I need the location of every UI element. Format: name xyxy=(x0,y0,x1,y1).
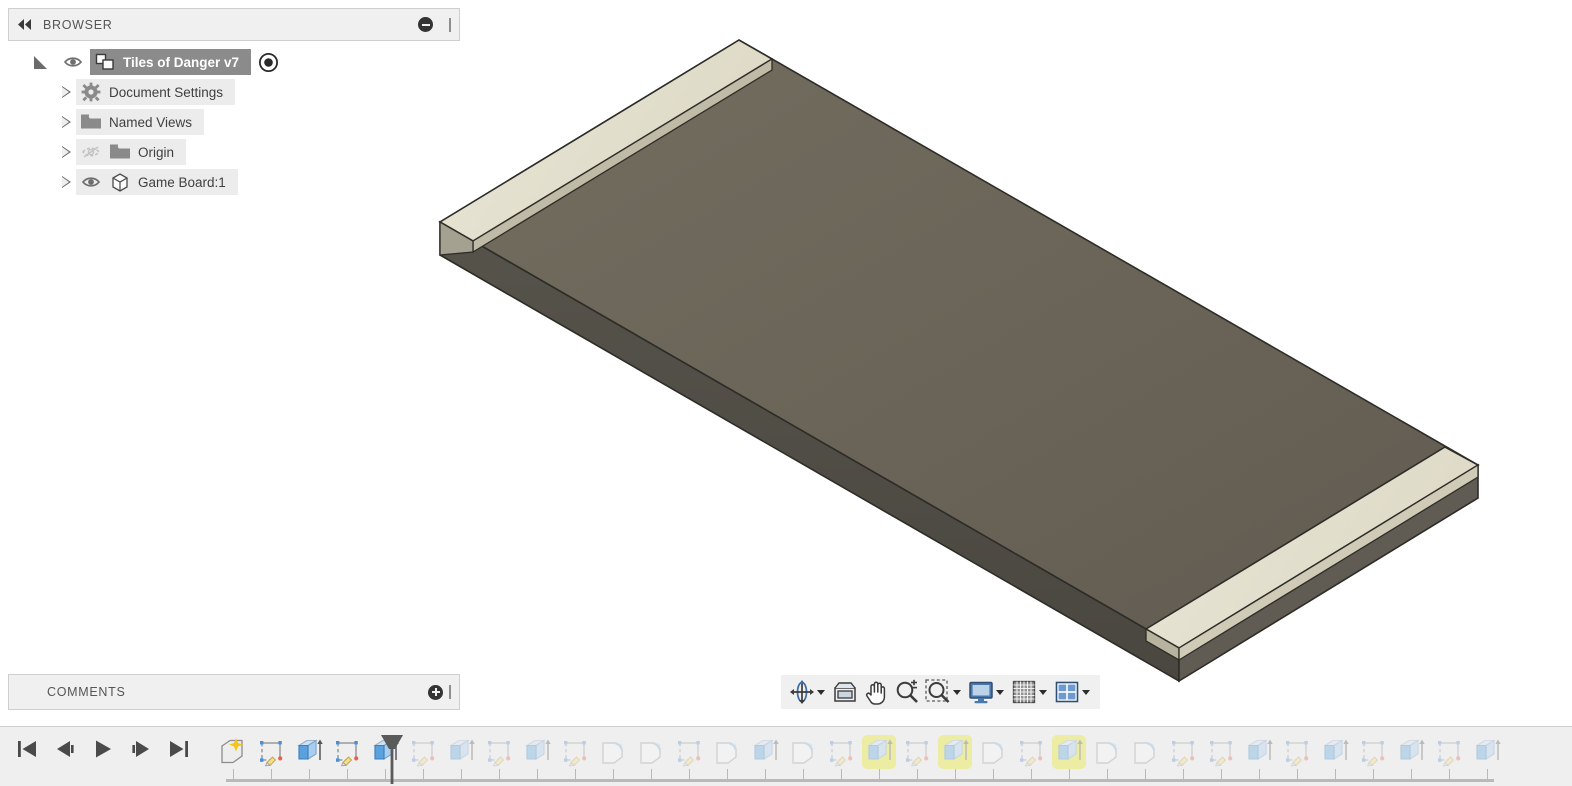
timeline-bar xyxy=(0,726,1572,786)
tree-item-origin[interactable]: Origin xyxy=(8,137,460,167)
tree-item-label: Tiles of Danger v7 xyxy=(123,54,240,70)
tree-item-chip[interactable]: Named Views xyxy=(76,109,205,135)
orbit-icon[interactable] xyxy=(788,678,816,706)
component-icon xyxy=(94,51,116,73)
timeline-item-sketch[interactable] xyxy=(406,735,440,769)
comments-resize-grip-icon[interactable] xyxy=(449,685,451,699)
timeline-item-sketch[interactable] xyxy=(1280,735,1314,769)
step-back-button[interactable] xyxy=(52,736,78,762)
timeline-item-sketch[interactable] xyxy=(1166,735,1200,769)
tree-item-tiles-of-danger-v7[interactable]: Tiles of Danger v7 xyxy=(8,47,460,77)
zoom-window-icon[interactable] xyxy=(924,678,952,706)
skip-to-start-button[interactable] xyxy=(14,736,40,762)
timeline-item-sketch[interactable] xyxy=(900,735,934,769)
tree-item-game-board-1[interactable]: Game Board:1 xyxy=(8,167,460,197)
timeline-item-extrude[interactable] xyxy=(748,735,782,769)
timeline-item-extrude[interactable] xyxy=(1394,735,1428,769)
timeline-item-extrude[interactable] xyxy=(1470,735,1504,769)
timeline-item-sketch[interactable] xyxy=(1432,735,1466,769)
timeline-marker-icon[interactable] xyxy=(379,733,405,785)
timeline-baseline xyxy=(226,779,1494,782)
timeline-item-sketch[interactable] xyxy=(1356,735,1390,769)
timeline-item-fillet[interactable] xyxy=(786,735,820,769)
timeline-item-extrude[interactable] xyxy=(938,735,972,769)
timeline-item-sketch[interactable] xyxy=(1014,735,1048,769)
folder-icon xyxy=(109,141,131,163)
step-forward-button[interactable] xyxy=(128,736,154,762)
timeline-item-new-component[interactable] xyxy=(216,735,250,769)
grid-snaps-icon[interactable] xyxy=(1010,678,1038,706)
timeline-item-extrude[interactable] xyxy=(520,735,554,769)
gear-icon xyxy=(80,81,102,103)
timeline-item-extrude[interactable] xyxy=(1242,735,1276,769)
look-at-icon[interactable] xyxy=(831,678,859,706)
timeline-item-extrude[interactable] xyxy=(444,735,478,769)
comments-title: COMMENTS xyxy=(47,685,126,699)
radio-active-icon[interactable] xyxy=(257,51,279,73)
tree-item-document-settings[interactable]: Document Settings xyxy=(8,77,460,107)
circle-minus-icon[interactable] xyxy=(418,17,433,32)
timeline-item-extrude[interactable] xyxy=(1318,735,1352,769)
eye-visible-icon[interactable] xyxy=(80,171,102,193)
collapse-left-icon[interactable] xyxy=(17,19,33,30)
triangle-right-icon[interactable] xyxy=(56,146,76,158)
timeline-item-fillet[interactable] xyxy=(1090,735,1124,769)
timeline-item-sketch[interactable] xyxy=(254,735,288,769)
browser-header[interactable]: BROWSER xyxy=(8,8,460,41)
folder-icon xyxy=(80,111,102,133)
tree-item-chip[interactable]: Document Settings xyxy=(76,79,236,105)
timeline-item-extrude[interactable] xyxy=(292,735,326,769)
body-cube-icon xyxy=(109,171,131,193)
triangle-right-icon[interactable] xyxy=(56,176,76,188)
display-settings-dropdown-caret-icon[interactable] xyxy=(996,689,1004,695)
tree-item-label: Named Views xyxy=(109,114,193,130)
pan-hand-icon[interactable] xyxy=(862,678,890,706)
browser-tree: Tiles of Danger v7 Document Settings Named… xyxy=(8,41,460,197)
grid-snaps-dropdown-caret-icon[interactable] xyxy=(1039,689,1047,695)
resize-grip-icon[interactable] xyxy=(449,17,451,32)
comments-panel[interactable]: COMMENTS xyxy=(8,674,460,710)
browser-title: BROWSER xyxy=(43,17,113,32)
zoom-window-dropdown-caret-icon[interactable] xyxy=(953,689,961,695)
fusion-360-window: BROWSER Tiles of Danger v7 Document Setti… xyxy=(0,0,1572,786)
circle-plus-icon[interactable] xyxy=(428,684,443,700)
tree-item-label: Origin xyxy=(138,144,175,160)
timeline-item-fillet[interactable] xyxy=(634,735,668,769)
tree-item-chip[interactable]: Game Board:1 xyxy=(76,169,238,195)
timeline-item-fillet[interactable] xyxy=(976,735,1010,769)
eye-visible-icon[interactable] xyxy=(62,51,84,73)
timeline-item-fillet[interactable] xyxy=(596,735,630,769)
triangle-down-icon[interactable] xyxy=(30,55,50,69)
timeline-item-sketch[interactable] xyxy=(824,735,858,769)
triangle-right-icon[interactable] xyxy=(56,116,76,128)
timeline-item-sketch[interactable] xyxy=(672,735,706,769)
navigation-toolbar xyxy=(781,675,1100,709)
timeline-item-extrude[interactable] xyxy=(1052,735,1086,769)
timeline-item-sketch[interactable] xyxy=(330,735,364,769)
viewports-icon[interactable] xyxy=(1053,678,1081,706)
tree-item-chip[interactable]: Tiles of Danger v7 xyxy=(90,49,252,75)
eye-hidden-icon[interactable] xyxy=(80,141,102,163)
tree-item-label: Document Settings xyxy=(109,84,224,100)
timeline-item-sketch[interactable] xyxy=(1204,735,1238,769)
viewports-dropdown-caret-icon[interactable] xyxy=(1082,689,1090,695)
play-button[interactable] xyxy=(90,736,116,762)
tree-item-chip[interactable]: Origin xyxy=(76,139,187,165)
skip-to-end-button[interactable] xyxy=(166,736,192,762)
tree-item-named-views[interactable]: Named Views xyxy=(8,107,460,137)
timeline-item-extrude[interactable] xyxy=(862,735,896,769)
browser-panel: BROWSER Tiles of Danger v7 Document Setti… xyxy=(8,8,460,197)
timeline-playback-controls xyxy=(14,736,192,762)
timeline-item-sketch[interactable] xyxy=(482,735,516,769)
triangle-right-icon[interactable] xyxy=(56,86,76,98)
zoom-magnifier-icon[interactable] xyxy=(893,678,921,706)
timeline-item-sketch[interactable] xyxy=(558,735,592,769)
display-settings-icon[interactable] xyxy=(967,678,995,706)
orbit-dropdown-caret-icon[interactable] xyxy=(817,689,825,695)
timeline-item-fillet[interactable] xyxy=(710,735,744,769)
tree-item-label: Game Board:1 xyxy=(138,174,226,190)
timeline-item-fillet[interactable] xyxy=(1128,735,1162,769)
